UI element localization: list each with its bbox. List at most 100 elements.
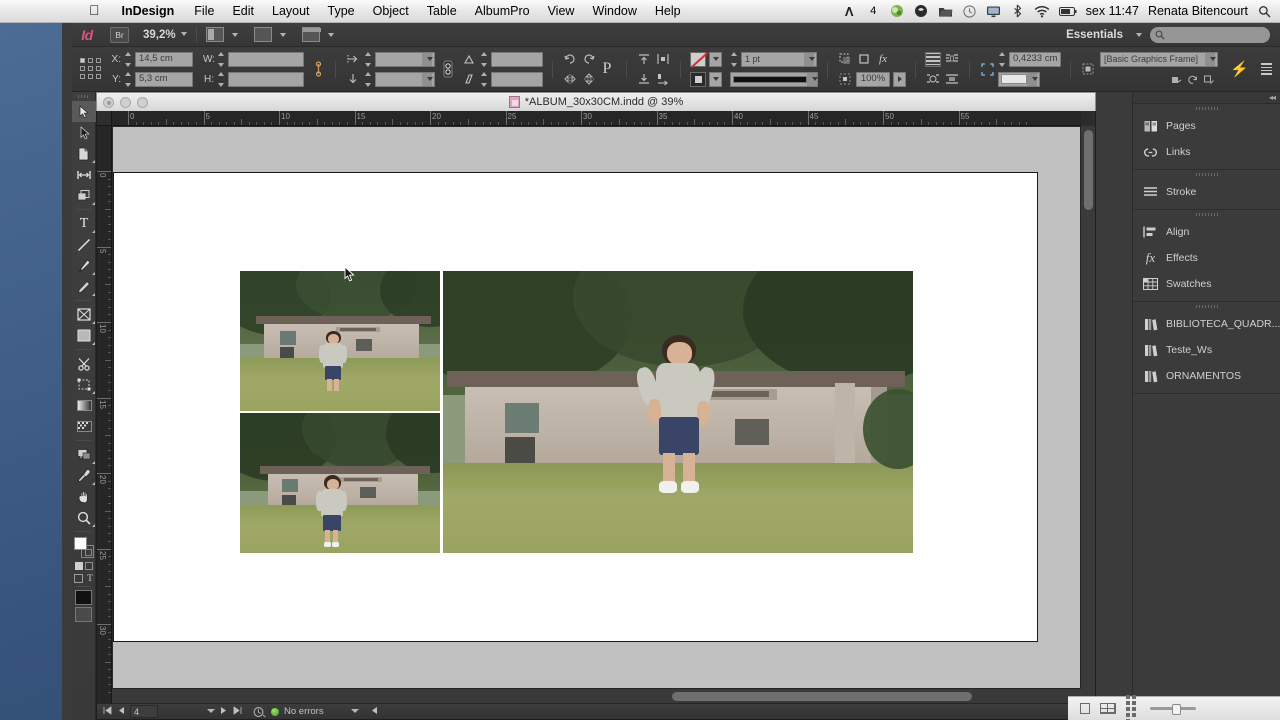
rectangle-frame-tool[interactable] (72, 304, 96, 325)
search-icon[interactable] (1257, 0, 1272, 22)
quick-apply-icon[interactable]: ⚡ (1230, 60, 1249, 78)
adobe-cc-count-icon[interactable] (842, 0, 857, 22)
apple-icon[interactable]:  (78, 0, 111, 22)
horizontal-ruler[interactable]: 0 5 10 15 20 25 30 35 40 45 50 55 (112, 111, 1081, 126)
panel-item-swatches[interactable]: Swatches (1133, 271, 1280, 297)
select-container-icon[interactable]: P (597, 60, 617, 77)
corner-shape-dropdown[interactable] (998, 71, 1040, 87)
vertical-scrollbar-thumb[interactable] (1084, 130, 1093, 210)
panel-item-align[interactable]: Align (1133, 219, 1280, 245)
photo-bottom-left[interactable] (240, 413, 440, 553)
align-bottom-button[interactable] (636, 72, 652, 87)
rotate-input[interactable] (491, 51, 543, 67)
close-button[interactable] (103, 97, 114, 108)
battery-icon[interactable] (1058, 0, 1077, 22)
time-machine-icon[interactable] (962, 0, 977, 22)
scale-x-input[interactable] (375, 51, 435, 67)
text-wrap-bounding-box-button[interactable] (944, 52, 960, 67)
last-page-icon[interactable] (233, 705, 242, 718)
help-search-input[interactable] (1150, 26, 1270, 43)
chevron-down-icon[interactable] (279, 32, 286, 37)
fill-stroke-control[interactable] (72, 535, 96, 561)
preflight-icon[interactable] (253, 706, 266, 718)
content-collector-tool[interactable] (72, 185, 96, 206)
screen-mode-dropdown[interactable] (205, 27, 238, 42)
zoom-button[interactable] (137, 97, 148, 108)
distribute-horizontal-button[interactable] (655, 52, 671, 67)
text-wrap-none-button[interactable] (925, 51, 941, 67)
x-input[interactable]: 14,5 cm (135, 51, 193, 67)
y-input[interactable]: 5,3 cm (135, 71, 193, 87)
icon-size-icon[interactable] (1126, 694, 1140, 720)
gradient-feather-tool[interactable] (72, 416, 96, 437)
scale-x-stepper[interactable] (364, 51, 372, 67)
first-page-icon[interactable] (103, 705, 112, 718)
page-dropdown-icon[interactable] (207, 706, 215, 717)
menu-view[interactable]: View (539, 0, 584, 22)
rotate-90-ccw-button[interactable] (581, 52, 597, 67)
document-page[interactable] (113, 172, 1038, 642)
object-effects-button[interactable] (856, 52, 872, 67)
fitting-button[interactable] (837, 72, 853, 87)
object-style-dropdown[interactable]: [Basic Graphics Frame] (1100, 51, 1218, 67)
y-stepper[interactable] (124, 71, 132, 87)
menu-file[interactable]: File (185, 0, 223, 22)
h-stepper[interactable] (217, 71, 225, 87)
panel-item-ornamentos[interactable]: ORNAMENTOS (1133, 363, 1280, 389)
previous-page-icon[interactable] (117, 706, 125, 718)
bluetooth-icon[interactable] (1010, 0, 1025, 22)
clear-overrides-icon[interactable] (1187, 72, 1198, 87)
line-tool[interactable] (72, 234, 96, 255)
fill-dropdown[interactable] (709, 51, 722, 67)
normal-view-mode-icon[interactable] (75, 590, 92, 605)
distribute-spacing-button[interactable] (655, 72, 671, 87)
panel-item-stroke[interactable]: Stroke (1133, 179, 1280, 205)
ruler-origin[interactable] (97, 111, 112, 126)
vertical-scrollbar[interactable] (1080, 126, 1095, 704)
type-tool[interactable]: T (72, 213, 96, 234)
next-page-icon[interactable] (220, 706, 228, 718)
opacity-input[interactable]: 100% (856, 71, 890, 87)
shear-input[interactable] (491, 71, 543, 87)
dropbox-icon[interactable] (914, 0, 929, 22)
dock-group-grip[interactable] (1133, 104, 1280, 113)
chevron-down-icon[interactable] (1136, 32, 1142, 37)
panel-item-biblioteca-quadr[interactable]: BIBLIOTECA_QUADR... (1133, 311, 1280, 337)
collapse-panels-icon[interactable]: ◂◂ (1269, 93, 1276, 102)
zoom-level-field[interactable]: 39,2% (143, 29, 187, 41)
dock-group-grip[interactable] (1133, 170, 1280, 179)
pencil-tool[interactable] (72, 276, 96, 297)
menu-clock[interactable]: sex 11:47 (1086, 4, 1139, 18)
stroke-weight-stepper[interactable] (730, 51, 738, 67)
stroke-swatch[interactable] (690, 71, 706, 87)
page-number-field[interactable]: 4 (130, 705, 158, 718)
menu-object[interactable]: Object (364, 0, 418, 22)
clear-attributes-icon[interactable] (1203, 72, 1214, 87)
hand-tool[interactable] (72, 486, 96, 507)
panel-menu-icon[interactable] (1261, 63, 1272, 75)
corner-radius-stepper[interactable] (998, 51, 1006, 67)
scale-y-stepper[interactable] (364, 71, 372, 87)
view-options-dropdown[interactable] (253, 27, 286, 42)
arrange-documents-dropdown[interactable] (301, 27, 334, 42)
window-view-icon[interactable] (1080, 703, 1090, 714)
stroke-type-dropdown[interactable] (730, 71, 818, 87)
rotate-stepper[interactable] (480, 51, 488, 67)
fill-color-swatch[interactable] (74, 537, 87, 550)
menu-type[interactable]: Type (319, 0, 364, 22)
effects-icon[interactable]: fx (875, 52, 891, 67)
scale-y-input[interactable] (375, 71, 435, 87)
formatting-affects-container-icon[interactable] (74, 573, 84, 583)
w-input[interactable] (228, 51, 304, 67)
folder-icon[interactable] (938, 0, 953, 22)
align-top-button[interactable] (636, 52, 652, 67)
minimize-button[interactable] (120, 97, 131, 108)
direct-selection-tool[interactable] (72, 122, 96, 143)
menu-window[interactable]: Window (583, 0, 645, 22)
zoom-slider[interactable] (1150, 704, 1196, 715)
free-transform-tool[interactable] (72, 374, 96, 395)
flip-vertical-button[interactable] (581, 72, 597, 87)
chevron-down-icon[interactable] (231, 32, 238, 37)
document-title-bar[interactable]: *ALBUM_30x30CM.indd @ 39% (96, 92, 1096, 111)
note-tool[interactable] (72, 444, 96, 465)
